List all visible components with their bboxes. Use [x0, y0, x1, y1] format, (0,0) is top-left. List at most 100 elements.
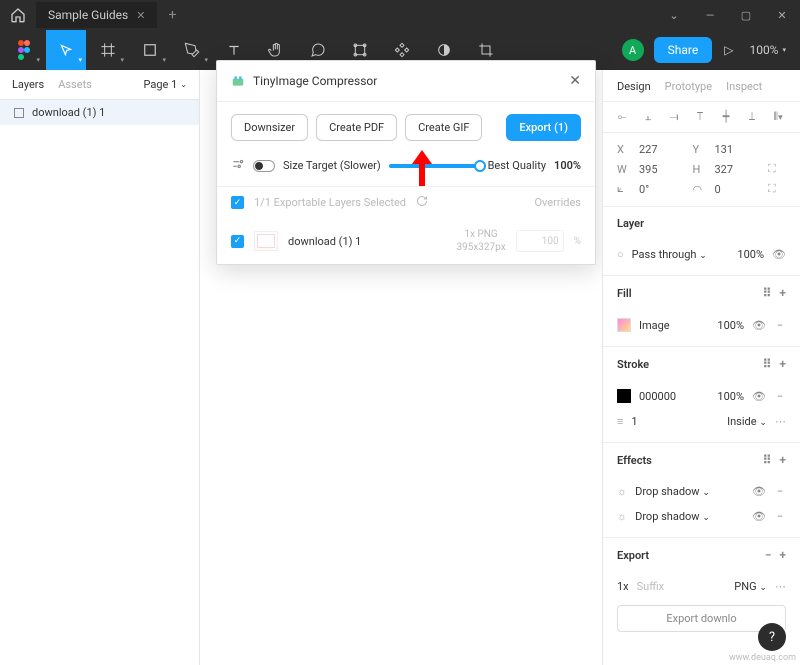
h-input[interactable]: 327	[715, 163, 761, 176]
corner-input[interactable]: 0	[715, 183, 761, 196]
settings-icon[interactable]	[231, 157, 245, 174]
create-gif-button[interactable]: Create GIF	[405, 114, 482, 141]
export-format-select[interactable]: PNG ⌄	[734, 580, 767, 593]
add-effect-button[interactable]: +	[779, 453, 786, 467]
pen-tool[interactable]: ▾	[172, 30, 212, 70]
export-percent-input[interactable]: 100	[516, 230, 564, 252]
slider-thumb[interactable]	[474, 160, 486, 172]
stroke-hex-input[interactable]: 000000	[639, 390, 676, 403]
fill-visibility-icon[interactable]: 👁	[752, 319, 766, 332]
align-hcenter-icon[interactable]: ⫠	[639, 110, 657, 124]
remove-export-button[interactable]: −	[765, 548, 772, 562]
stroke-opacity-input[interactable]: 100%	[717, 390, 744, 403]
minimize-button[interactable]: —	[692, 9, 728, 22]
window-titlebar: Sample Guides ✕ + ⌄ — ▢ ✕	[0, 0, 800, 30]
close-tab-icon[interactable]: ✕	[136, 9, 145, 22]
plugin-icon	[231, 74, 245, 88]
refresh-icon[interactable]	[416, 195, 428, 210]
remove-effect-button[interactable]: −	[774, 485, 786, 498]
layer-row[interactable]: download (1) 1	[0, 100, 199, 125]
fill-section-head: Fill	[617, 287, 632, 300]
independent-corners-icon[interactable]: ⛶	[768, 182, 786, 196]
file-tab[interactable]: Sample Guides ✕	[36, 2, 157, 28]
add-fill-button[interactable]: +	[779, 286, 786, 300]
export-suffix-input[interactable]: Suffix	[637, 580, 727, 593]
align-vcenter-icon[interactable]: ┿	[717, 110, 735, 124]
distribute-icon[interactable]: ⦀▾	[769, 110, 787, 124]
zoom-value: 100%	[749, 43, 778, 57]
page-label: Page 1	[144, 78, 178, 91]
design-tab[interactable]: Design	[617, 80, 651, 93]
effect-icon[interactable]: ☼	[617, 485, 627, 498]
effect-visibility-icon[interactable]: 👁	[752, 485, 766, 498]
page-selector[interactable]: Page 1⌄	[144, 78, 188, 91]
style-icon[interactable]: ⠿	[763, 286, 772, 300]
export-scale-select[interactable]: 1x	[617, 580, 629, 593]
close-window-button[interactable]: ✕	[764, 9, 800, 22]
export-item-meta: 1x PNG 395x327px	[456, 228, 505, 254]
add-stroke-button[interactable]: +	[779, 357, 786, 371]
h-label: H	[693, 163, 707, 176]
fill-type[interactable]: Image	[639, 319, 670, 332]
layer-section-head: Layer	[617, 217, 644, 230]
visibility-icon[interactable]: 👁	[772, 248, 786, 261]
fill-opacity-input[interactable]: 100%	[717, 319, 744, 332]
share-button[interactable]: Share	[654, 37, 713, 63]
close-modal-button[interactable]: ✕	[569, 73, 581, 89]
prototype-tab[interactable]: Prototype	[665, 80, 712, 93]
align-bottom-icon[interactable]: ⟘	[743, 110, 761, 124]
rotation-input[interactable]: 0°	[639, 183, 685, 196]
move-tool[interactable]: ▾	[46, 30, 86, 70]
assets-tab[interactable]: Assets	[58, 78, 92, 91]
remove-stroke-button[interactable]: −	[774, 390, 786, 403]
stroke-style-icon[interactable]: ⠿	[763, 357, 772, 371]
y-input[interactable]: 131	[715, 143, 761, 156]
help-button[interactable]: ?	[758, 623, 786, 651]
figma-menu-icon[interactable]: ▾	[4, 30, 44, 70]
blend-mode-select[interactable]: Pass through ⌄	[632, 248, 707, 261]
add-export-button[interactable]: +	[779, 548, 786, 562]
select-all-checkbox[interactable]: ✓	[231, 196, 244, 209]
effect-select[interactable]: Drop shadow ⌄	[635, 485, 710, 498]
present-button[interactable]: ▷	[724, 43, 733, 57]
alignment-controls: ⟜ ⫠ ⟞ ⟙ ┿ ⟘ ⦀▾	[603, 102, 800, 133]
fill-swatch[interactable]	[617, 318, 631, 332]
maximize-button[interactable]: ▢	[728, 9, 764, 22]
stroke-visibility-icon[interactable]: 👁	[752, 390, 766, 403]
layer-checkbox[interactable]: ✓	[231, 235, 244, 248]
downsizer-button[interactable]: Downsizer	[231, 114, 308, 141]
stroke-advanced-icon[interactable]: ⋯	[775, 415, 786, 428]
effects-style-icon[interactable]: ⠿	[763, 453, 772, 467]
user-avatar[interactable]: A	[622, 39, 644, 61]
home-icon[interactable]	[0, 7, 36, 23]
zoom-dropdown[interactable]: 100%▾	[749, 43, 786, 57]
export-settings-icon[interactable]: ⋯	[775, 580, 786, 593]
effect-icon[interactable]: ☼	[617, 510, 627, 523]
remove-fill-button[interactable]: −	[774, 319, 786, 332]
align-top-icon[interactable]: ⟙	[691, 110, 709, 124]
rectangle-tool[interactable]: ▾	[130, 30, 170, 70]
quality-slider[interactable]	[389, 164, 480, 168]
align-left-icon[interactable]: ⟜	[613, 110, 631, 124]
chevron-down-icon[interactable]: ⌄	[656, 9, 692, 22]
align-right-icon[interactable]: ⟞	[665, 110, 683, 124]
create-pdf-button[interactable]: Create PDF	[316, 114, 397, 141]
w-input[interactable]: 395	[639, 163, 685, 176]
layers-tab[interactable]: Layers	[12, 78, 44, 91]
size-target-toggle[interactable]	[253, 160, 275, 172]
layer-name: download (1) 1	[32, 106, 105, 119]
effect-visibility-icon[interactable]: 👁	[752, 510, 766, 523]
layer-opacity-input[interactable]: 100%	[737, 248, 764, 261]
stroke-weight-input[interactable]: 1	[631, 415, 637, 428]
frame-tool[interactable]: ▾	[88, 30, 128, 70]
export-section-head: Export	[617, 549, 649, 562]
new-tab-button[interactable]: +	[157, 7, 187, 23]
effect-select[interactable]: Drop shadow ⌄	[635, 510, 710, 523]
constrain-proportions-icon[interactable]: ⛶	[768, 162, 786, 176]
remove-effect-button[interactable]: −	[774, 510, 786, 523]
stroke-swatch[interactable]	[617, 389, 631, 403]
stroke-align-select[interactable]: Inside ⌄	[727, 415, 767, 428]
inspect-tab[interactable]: Inspect	[726, 80, 762, 93]
x-input[interactable]: 227	[639, 143, 685, 156]
export-button[interactable]: Export (1)	[506, 114, 581, 141]
